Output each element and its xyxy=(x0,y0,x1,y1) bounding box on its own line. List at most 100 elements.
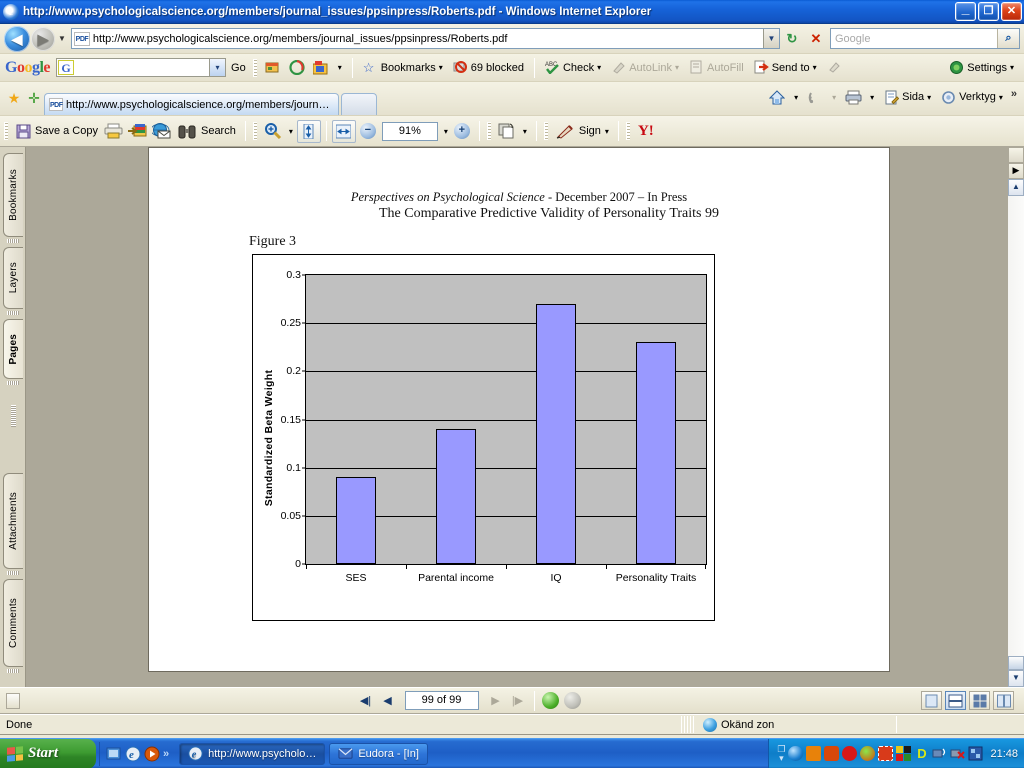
minimize-button[interactable]: _ xyxy=(955,1,976,21)
highlighter-button[interactable] xyxy=(822,57,847,79)
home-dropdown[interactable]: ▾ xyxy=(789,86,803,108)
print-button[interactable] xyxy=(102,120,126,143)
blue-app-tray-icon[interactable] xyxy=(968,746,983,761)
print-button[interactable] xyxy=(842,86,864,108)
security-zone[interactable]: Okänd zon xyxy=(695,717,895,732)
network-tray-icon[interactable] xyxy=(932,746,947,761)
scroll-track[interactable] xyxy=(1008,196,1024,656)
sidebar-tab-bookmarks[interactable]: Bookmarks xyxy=(3,153,23,237)
page-menu-button[interactable]: Sida ▾ xyxy=(879,86,936,108)
media-player-icon[interactable] xyxy=(144,746,160,762)
snapshot-tool-button[interactable] xyxy=(495,120,519,143)
popup-blocker-icon[interactable] xyxy=(262,57,284,79)
taskbar-button-ie[interactable]: e http://www.psycholo… xyxy=(179,742,326,765)
sidebar-tab-comments[interactable]: Comments xyxy=(3,579,23,667)
snapshot-dropdown[interactable]: ▾ xyxy=(519,119,531,144)
page-number-input[interactable]: 99 of 99 xyxy=(404,691,479,710)
bookmarks-button[interactable]: ☆ Bookmarks ▾ xyxy=(358,57,448,79)
url-input[interactable]: PDF http://www.psychologicalscience.org/… xyxy=(70,28,780,49)
ie-search-input[interactable] xyxy=(831,31,997,46)
save-a-copy-button[interactable]: Save a Copy xyxy=(12,119,102,144)
sidebar-tab-pages[interactable]: Pages xyxy=(3,319,23,379)
google-more-button[interactable]: ▾ xyxy=(333,57,347,79)
last-page-button[interactable]: |▶ xyxy=(507,691,529,711)
forward-button[interactable]: ▶ xyxy=(31,26,55,51)
maximize-button[interactable]: ❐ xyxy=(978,2,999,21)
bookmarks-folder-icon[interactable] xyxy=(310,57,332,79)
sign-button[interactable]: Sign ▾ xyxy=(552,119,613,144)
document-vertical-scrollbar[interactable]: ▶ ▲ ▼ xyxy=(1007,147,1024,687)
toolbar-gripper[interactable] xyxy=(543,122,548,140)
tools-menu-button[interactable]: Verktyg ▾ xyxy=(936,86,1008,108)
new-tab-button[interactable] xyxy=(340,93,377,115)
pagerank-icon[interactable] xyxy=(286,57,308,79)
home-button[interactable] xyxy=(766,86,788,108)
close-button[interactable]: ✕ xyxy=(1001,2,1022,21)
google-search-dropdown-icon[interactable]: ▾ xyxy=(209,59,226,76)
pane-toggle-button[interactable] xyxy=(6,692,20,709)
recent-pages-caret-icon[interactable]: ▼ xyxy=(58,34,66,43)
send-file-button[interactable] xyxy=(126,120,150,143)
browser-tab-active[interactable]: PDF http://www.psychologicalscience.org/… xyxy=(44,93,339,115)
fit-page-width-button[interactable] xyxy=(331,119,356,143)
zoom-in-button[interactable]: + xyxy=(453,123,470,139)
fit-page-height-button[interactable] xyxy=(296,119,321,143)
continuous-view-button[interactable] xyxy=(945,691,966,710)
search-icon[interactable]: ⌕ xyxy=(997,29,1019,48)
taskbar-clock[interactable]: 21:48 xyxy=(990,748,1018,760)
refresh-button[interactable]: ↻ xyxy=(781,28,803,50)
start-button[interactable]: Start xyxy=(0,738,96,768)
colors-tray-icon[interactable] xyxy=(896,746,912,761)
pagerank-tray-icon[interactable] xyxy=(860,746,876,761)
expand-pane-button[interactable]: ▶ xyxy=(1008,163,1024,179)
zoom-tool-dropdown[interactable]: ▾ xyxy=(285,119,297,144)
feeds-dropdown[interactable]: ▾ xyxy=(827,86,841,108)
next-view-button[interactable] xyxy=(562,691,584,711)
quick-launch-overflow-icon[interactable]: » xyxy=(163,748,169,760)
print-dropdown[interactable]: ▾ xyxy=(865,86,879,108)
url-dropdown-icon[interactable]: ▼ xyxy=(763,29,779,48)
sidebar-tab-layers[interactable]: Layers xyxy=(3,247,23,309)
daemon-tray-icon[interactable]: D xyxy=(914,746,929,761)
favorites-center-icon[interactable]: ★ xyxy=(4,88,24,108)
tray-app-icon[interactable] xyxy=(806,746,822,761)
stop-button[interactable]: ✕ xyxy=(805,28,827,50)
page-canvas[interactable]: Perspectives on Psychological Science - … xyxy=(26,147,1007,687)
zoom-dropdown-icon[interactable]: ▾ xyxy=(444,127,448,136)
google-go-button[interactable]: Go xyxy=(226,57,251,79)
back-button[interactable]: ◀ xyxy=(4,25,30,52)
scroll-down-button[interactable]: ▼ xyxy=(1008,670,1024,687)
zoom-level-input[interactable]: 91% xyxy=(381,121,438,141)
add-to-favorites-icon[interactable]: ✛ xyxy=(24,88,44,108)
tray-back-icon[interactable] xyxy=(788,746,804,761)
blocked-popups-button[interactable]: 69 blocked xyxy=(448,57,529,79)
google-settings-button[interactable]: Settings ▾ xyxy=(944,57,1019,79)
search-button[interactable]: Search xyxy=(174,119,240,144)
email-button[interactable] xyxy=(150,120,174,143)
toolbar-gripper[interactable] xyxy=(486,122,491,140)
toolbar-gripper[interactable] xyxy=(252,58,257,77)
zoom-out-button[interactable]: − xyxy=(359,123,376,139)
toolbar-overflow-icon[interactable]: » xyxy=(1008,88,1020,100)
firefox-tray-icon[interactable] xyxy=(824,746,840,761)
yahoo-toolbar-button[interactable]: Y! xyxy=(634,119,658,144)
first-page-button[interactable]: ◀| xyxy=(355,691,377,711)
toolbar-gripper[interactable] xyxy=(4,122,8,140)
autofill-button[interactable]: AutoFill xyxy=(684,57,749,79)
previous-view-button[interactable] xyxy=(540,691,562,711)
show-desktop-icon[interactable] xyxy=(106,746,122,762)
network-disconnected-tray-icon[interactable] xyxy=(950,746,966,761)
google-search-box[interactable]: G ▾ xyxy=(56,58,227,77)
sidebar-tab-attachments[interactable]: Attachments xyxy=(3,473,23,569)
feeds-button[interactable] xyxy=(804,86,826,108)
toolbar-gripper[interactable] xyxy=(252,122,257,140)
previous-page-button[interactable]: ◀ xyxy=(377,691,399,711)
send-to-button[interactable]: Send to ▾ xyxy=(749,57,822,79)
zoom-tool-button[interactable] xyxy=(261,120,285,143)
toolbar-gripper[interactable] xyxy=(625,122,630,140)
next-page-button[interactable]: ▶ xyxy=(485,691,507,711)
continuous-facing-view-button[interactable] xyxy=(993,691,1014,710)
internet-explorer-icon[interactable]: e xyxy=(125,746,141,762)
single-page-view-button[interactable] xyxy=(921,691,942,710)
taskbar-button-eudora[interactable]: Eudora - [In] xyxy=(329,742,428,765)
